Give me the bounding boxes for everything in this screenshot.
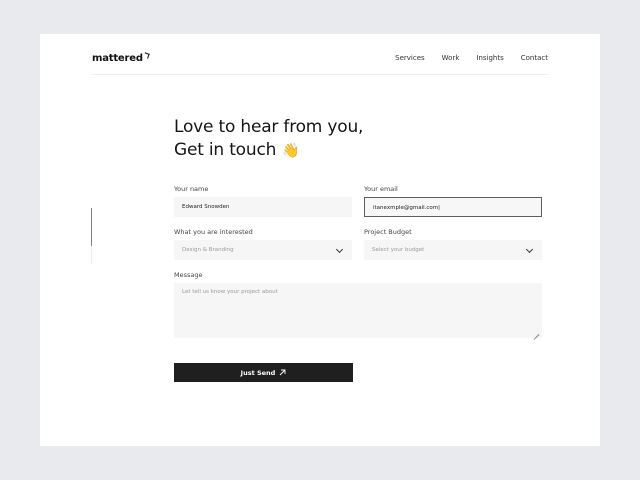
budget-select-placeholder: Select your budget — [372, 247, 425, 253]
message-label: Message — [174, 271, 203, 279]
logo-tick-icon — [143, 52, 150, 59]
nav-item-work[interactable]: Work — [442, 54, 460, 62]
name-input[interactable]: Edward Snowden — [174, 197, 352, 217]
email-input[interactable]: itanexmple@gmail.com| — [364, 197, 542, 217]
send-button[interactable]: Just Send — [174, 363, 353, 382]
page-title-line2: Get in touch — [174, 140, 277, 160]
interest-select[interactable]: Design & Branding — [174, 240, 352, 260]
interest-label: What you are interested — [174, 228, 253, 236]
message-placeholder: Let tell us know your project about — [182, 289, 278, 295]
email-label: Your email — [364, 185, 398, 193]
scroll-indicator-thumb — [91, 208, 92, 246]
scroll-indicator — [91, 208, 92, 264]
site-header: mattered Services Work Insights Contact — [92, 52, 548, 75]
arrow-up-right-icon — [279, 369, 286, 376]
brand-logo-text: mattered — [92, 53, 143, 64]
page-title-line1: Love to hear from you, — [174, 117, 364, 137]
message-textarea[interactable]: Let tell us know your project about — [174, 283, 542, 338]
chevron-down-icon — [335, 245, 344, 254]
budget-label: Project Budget — [364, 228, 412, 236]
send-button-label: Just Send — [240, 368, 276, 377]
budget-select[interactable]: Select your budget — [364, 240, 542, 260]
name-label: Your name — [174, 185, 209, 193]
waving-hand-icon: 👋 — [282, 143, 300, 159]
main-nav: Services Work Insights Contact — [395, 54, 548, 62]
page-title: Love to hear from you, Get in touch 👋 — [174, 116, 363, 163]
nav-item-contact[interactable]: Contact — [521, 54, 548, 62]
nav-item-services[interactable]: Services — [395, 54, 425, 62]
resize-handle-icon[interactable] — [533, 329, 539, 335]
nav-item-insights[interactable]: Insights — [476, 54, 503, 62]
interest-select-value: Design & Branding — [182, 247, 234, 253]
brand-logo[interactable]: mattered — [92, 52, 150, 64]
contact-page-card: mattered Services Work Insights Contact … — [40, 34, 600, 446]
chevron-down-icon — [525, 245, 534, 254]
